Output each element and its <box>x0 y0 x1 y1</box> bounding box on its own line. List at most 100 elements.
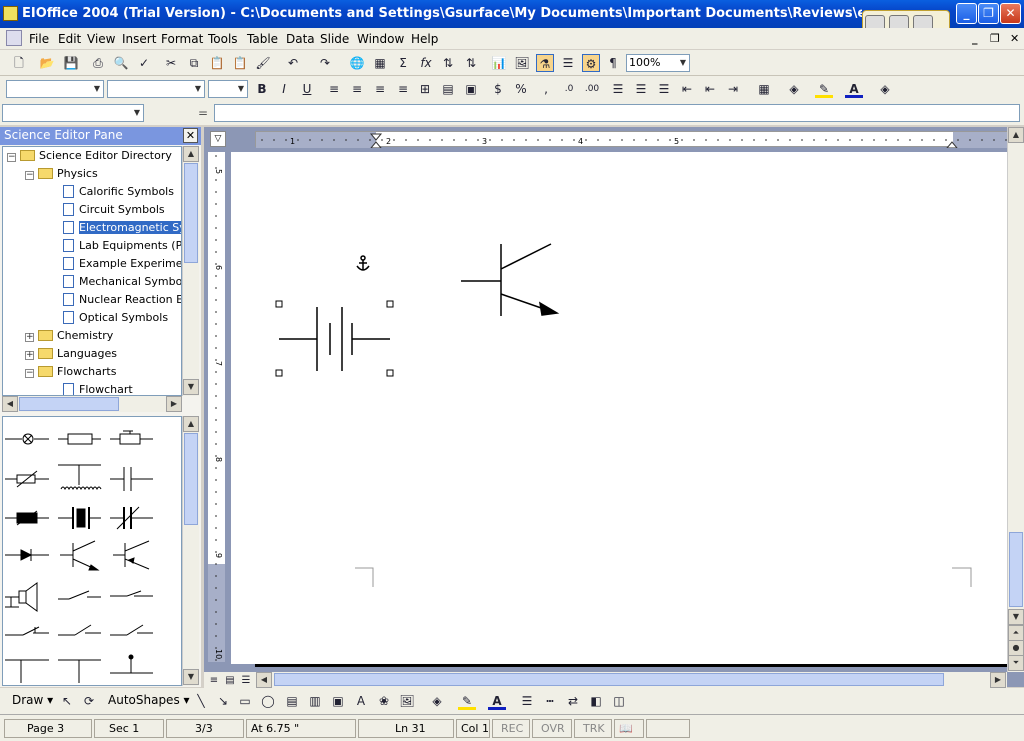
rectangle-icon[interactable]: ▭ <box>236 692 254 710</box>
science-editor-icon[interactable]: ⚗ <box>536 54 554 72</box>
paste-special-icon[interactable]: 📋 <box>231 54 249 72</box>
tree-item[interactable]: − Flowcharts <box>25 365 116 378</box>
free-rotate-icon[interactable]: ⟳ <box>80 692 98 710</box>
menu-data[interactable]: Data <box>286 32 315 46</box>
directory-tree[interactable]: − Science Editor Directory − Physics Calorif… <box>2 146 182 396</box>
vertical-text-box-icon[interactable]: ▥ <box>306 692 324 710</box>
tree-item[interactable]: Flowchart <box>63 383 133 395</box>
capacitor-symbol[interactable] <box>110 467 153 491</box>
npn-transistor-symbol[interactable] <box>60 540 100 571</box>
ground-t2-symbol[interactable] <box>58 659 101 683</box>
symbol-grid[interactable] <box>3 417 183 687</box>
tree-scrollbar[interactable]: ▲ ▼ <box>182 146 199 396</box>
decrease-indent-icon[interactable]: ⇤ <box>678 80 696 98</box>
autoshapes-menu-button[interactable]: AutoShapes ▾ <box>108 693 190 707</box>
undo-icon[interactable]: ↶ <box>284 54 302 72</box>
outline-view-icon[interactable]: ☰ <box>240 672 252 686</box>
bold-button[interactable]: B <box>253 80 271 98</box>
diode-block-symbol[interactable] <box>5 510 49 526</box>
open-icon[interactable]: 📂 <box>38 54 56 72</box>
speaker-symbol[interactable] <box>5 582 38 612</box>
percent-button[interactable]: % <box>512 80 530 98</box>
arrow-icon[interactable]: ↘ <box>214 692 232 710</box>
wordart-icon[interactable]: A <box>352 692 370 710</box>
scroll-up-icon[interactable]: ▲ <box>1008 127 1024 143</box>
document-map-icon[interactable]: ☰ <box>559 54 577 72</box>
status-ovr[interactable]: OVR <box>532 719 572 738</box>
print-icon[interactable]: ⎙ <box>89 54 107 72</box>
shadow-icon[interactable]: ◧ <box>587 692 605 710</box>
align-center-icon[interactable]: ≡ <box>348 80 366 98</box>
menu-tools[interactable]: Tools <box>208 32 238 46</box>
copy-icon[interactable]: ⧉ <box>185 54 203 72</box>
menu-view[interactable]: View <box>87 32 115 46</box>
line-icon[interactable]: ╲ <box>192 692 210 710</box>
style-select[interactable]: ▼ <box>6 80 104 98</box>
page-view-icon[interactable]: ▤ <box>224 672 236 686</box>
sum-icon[interactable]: Σ <box>394 54 412 72</box>
name-box[interactable]: ▼ <box>2 104 144 122</box>
insert-picture-icon[interactable]: 🖼 <box>398 692 416 710</box>
chart-icon[interactable]: 📊 <box>490 54 508 72</box>
menu-file[interactable]: File <box>29 32 49 46</box>
bullets-icon[interactable]: ☰ <box>632 80 650 98</box>
doc-restore-icon[interactable]: ❐ <box>990 32 1000 45</box>
table-icon[interactable]: ▦ <box>371 54 389 72</box>
tree-item[interactable]: Nuclear Reaction Exp <box>63 293 181 306</box>
collapse-icon[interactable]: − <box>25 369 34 378</box>
vertical-align-icon[interactable]: ▤ <box>439 80 457 98</box>
tree-hscrollbar[interactable]: ◀ ▶ <box>2 396 182 412</box>
transistor-symbol[interactable] <box>461 243 560 316</box>
doc-close-icon[interactable]: ✕ <box>1010 32 1019 45</box>
tree-item[interactable]: + Languages <box>25 347 117 360</box>
diode-symbol[interactable] <box>5 549 49 561</box>
scroll-thumb[interactable] <box>184 163 198 263</box>
menu-format[interactable]: Format <box>161 32 203 46</box>
maximize-button[interactable]: ❐ <box>978 3 999 24</box>
paste-icon[interactable]: 📋 <box>208 54 226 72</box>
document-scrollbar[interactable]: ▲ ▼ ⏶ ● ⏷ <box>1007 127 1024 672</box>
scroll-down-icon[interactable]: ▼ <box>183 669 199 685</box>
expand-icon[interactable]: + <box>25 351 34 360</box>
palette-scrollbar[interactable]: ▲ ▼ <box>182 416 199 686</box>
spelling-status-icon[interactable]: 📖 <box>614 719 644 738</box>
underline-button[interactable]: U <box>298 80 316 98</box>
menu-slide[interactable]: Slide <box>320 32 349 46</box>
browse-object-icon[interactable]: ● <box>1008 640 1024 656</box>
show-hide-icon[interactable]: ⚙ <box>582 54 600 72</box>
save-icon[interactable]: 💾 <box>62 54 80 72</box>
font-select[interactable]: ▼ <box>107 80 205 98</box>
menu-edit[interactable]: Edit <box>58 32 81 46</box>
draw-menu-button[interactable]: Draw ▾ <box>12 693 53 707</box>
picture-icon[interactable]: 🖼 <box>513 54 531 72</box>
page-canvas[interactable] <box>255 152 1007 664</box>
doc-minimize-icon[interactable]: _ <box>972 32 978 45</box>
highlight-icon[interactable]: ✎ <box>815 80 833 98</box>
function-icon[interactable]: fx <box>417 54 435 72</box>
oval-icon[interactable]: ◯ <box>259 692 277 710</box>
tree-item[interactable]: Calorific Symbols <box>63 185 174 198</box>
justify-icon[interactable]: ≡ <box>394 80 412 98</box>
next-page-icon[interactable]: ⏷ <box>1008 655 1024 671</box>
line-style-icon[interactable]: ☰ <box>518 692 536 710</box>
callout-icon[interactable]: ▣ <box>329 692 347 710</box>
scroll-up-icon[interactable]: ▲ <box>183 146 199 162</box>
drawing-layer[interactable] <box>255 152 1007 664</box>
tree-item[interactable]: Mechanical Symbols <box>63 275 181 288</box>
sort-descending-icon[interactable]: ⇅ <box>462 54 480 72</box>
text-box-icon[interactable]: ▤ <box>283 692 301 710</box>
scroll-left-icon[interactable]: ◀ <box>256 672 272 688</box>
menu-window[interactable]: Window <box>357 32 404 46</box>
shading-icon[interactable]: ◈ <box>876 80 894 98</box>
arrow-style-icon[interactable]: ⇄ <box>564 692 582 710</box>
font-size-select[interactable]: ▼ <box>208 80 248 98</box>
app-icon[interactable] <box>3 6 18 21</box>
inductor-tap-symbol[interactable] <box>58 464 102 491</box>
normal-view-icon[interactable]: ≡ <box>208 672 220 686</box>
pane-close-button[interactable]: ✕ <box>183 128 198 143</box>
lamp-symbol[interactable] <box>5 433 49 445</box>
resistor-symbol[interactable] <box>58 433 101 445</box>
vertical-ruler[interactable]: 5 6 7 8 9 10 <box>208 152 225 662</box>
hscroll-thumb[interactable] <box>19 397 119 411</box>
align-left-icon[interactable]: ≡ <box>325 80 343 98</box>
